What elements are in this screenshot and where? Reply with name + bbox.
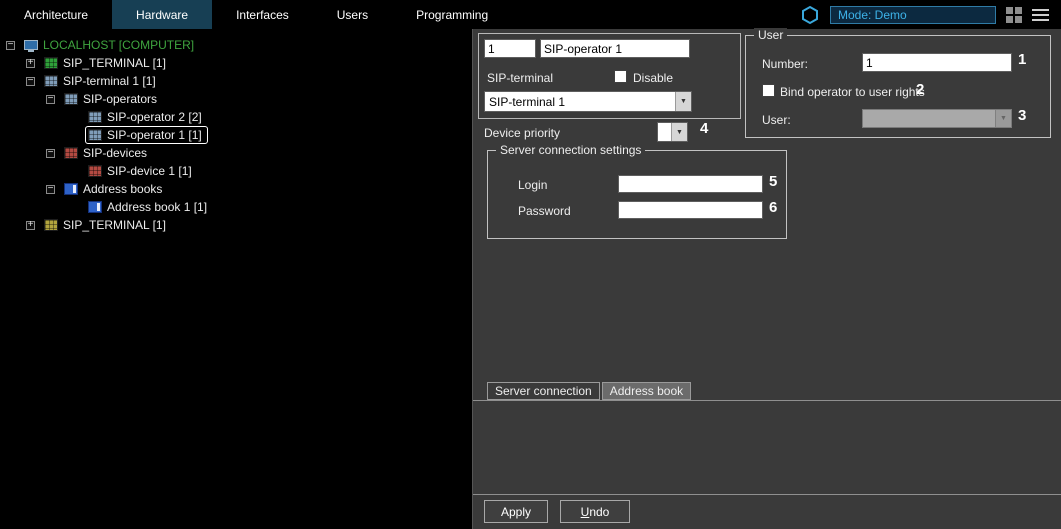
computer-icon [24,40,38,50]
app-logo-hexagon-icon [800,5,820,25]
collapse-expander-icon[interactable] [46,149,55,158]
terminal-blue-icon [88,129,102,141]
device-tree: LOCALHOST [COMPUTER] SIP_TERMINAL [1] SI… [0,29,473,529]
terminal-red-icon [64,147,78,159]
bind-operator-label: Bind operator to user rights [780,85,925,99]
terminal-yellow-icon [44,219,58,231]
expand-expander-icon[interactable] [26,221,35,230]
terminal-green-icon [44,57,58,69]
sip-terminal-select-value: SIP-terminal 1 [485,92,675,111]
user-select-value [863,110,995,127]
server-connection-groupbox-title: Server connection settings [496,143,645,157]
bind-operator-checkbox[interactable] [762,84,775,97]
tree-item-sip-terminal-1[interactable]: SIP-terminal 1 [1] [0,72,472,90]
tree-item-label: SIP-operators [83,92,157,106]
tree-item-sip-operator-2[interactable]: SIP-operator 2 [2] [0,108,472,126]
terminal-red-icon [88,165,102,177]
topbar-right-controls: Mode: Demo [800,0,1061,29]
user-select [862,109,1012,128]
tree-item-label: SIP-device 1 [1] [107,164,192,178]
properties-panel: SIP-terminal Disable SIP-terminal 1 Devi… [473,29,1061,529]
tree-item-label: SIP_TERMINAL [1] [63,218,166,232]
tree-item-label: SIP-devices [83,146,147,160]
tab-address-book[interactable]: Address book [602,382,691,400]
hamburger-menu-icon[interactable] [1032,9,1049,21]
terminal-blue-icon [44,75,58,87]
bottom-tab-bar: Server connection Address book [487,382,691,400]
sip-terminal-label: SIP-terminal [487,71,553,85]
collapse-expander-icon[interactable] [46,95,55,104]
apply-button[interactable]: Apply [484,500,548,523]
sip-terminal-select[interactable]: SIP-terminal 1 [484,91,692,112]
tree-item-sip-terminal-green[interactable]: SIP_TERMINAL [1] [0,54,472,72]
book-icon [64,183,78,195]
user-groupbox-title: User [754,28,787,42]
actions-divider [473,494,1061,495]
tree-item-label: SIP-operator 2 [2] [107,110,202,124]
tree-item-sip-terminal-yellow[interactable]: SIP_TERMINAL [1] [0,216,472,234]
callout-3: 3 [1018,107,1026,124]
user-label: User: [762,113,791,127]
tree-item-localhost[interactable]: LOCALHOST [COMPUTER] [0,36,472,54]
user-number-input[interactable] [862,53,1012,72]
password-label: Password [518,204,571,218]
server-connection-groupbox: Server connection settings Login 5 Passw… [487,150,787,239]
undo-button[interactable]: Undo [560,500,630,523]
terminal-blue-icon [64,93,78,105]
tree-item-label: SIP-operator 1 [1] [107,128,202,142]
app-window: Architecture Hardware Interfaces Users P… [0,0,1061,529]
undo-button-label: Undo [561,505,629,519]
tree-item-address-books[interactable]: Address books [0,180,472,198]
collapse-expander-icon[interactable] [6,41,15,50]
login-label: Login [518,178,547,192]
terminal-blue-icon [88,111,102,123]
expand-expander-icon[interactable] [26,59,35,68]
disable-checkbox[interactable] [614,70,627,83]
tab-hardware[interactable]: Hardware [112,0,212,29]
operator-id-input[interactable] [484,39,536,58]
chevron-down-icon [675,92,691,111]
callout-4: 4 [700,120,708,137]
password-input[interactable] [618,201,763,219]
device-priority-select-value [658,123,671,141]
callout-5: 5 [769,173,777,190]
number-label: Number: [762,57,808,71]
collapse-expander-icon[interactable] [46,185,55,194]
user-groupbox: User Number: 1 Bind operator to user rig… [745,35,1051,138]
top-menu-bar: Architecture Hardware Interfaces Users P… [0,0,1061,29]
layout-grid-icon[interactable] [1006,7,1022,23]
tab-interfaces[interactable]: Interfaces [212,0,313,29]
tree-item-label: Address books [83,182,162,196]
tree-item-sip-devices[interactable]: SIP-devices [0,144,472,162]
tab-programming[interactable]: Programming [392,0,512,29]
operator-name-input[interactable] [540,39,690,58]
tree-item-sip-device-1[interactable]: SIP-device 1 [1] [0,162,472,180]
tree-item-label: SIP-terminal 1 [1] [63,74,156,88]
collapse-expander-icon[interactable] [26,77,35,86]
tree-item-sip-operators[interactable]: SIP-operators [0,90,472,108]
tree-item-label: Address book 1 [1] [107,200,207,214]
apply-button-label: Apply [485,505,547,519]
chevron-down-icon [671,123,687,141]
disable-label: Disable [633,71,673,85]
tab-users[interactable]: Users [313,0,392,29]
login-input[interactable] [618,175,763,193]
tree-item-sip-operator-1[interactable]: SIP-operator 1 [1] [0,126,472,144]
device-priority-select[interactable] [657,122,688,142]
tree-item-label: LOCALHOST [COMPUTER] [43,38,194,52]
callout-6: 6 [769,199,777,216]
device-priority-label: Device priority [484,126,560,140]
tree-item-label: SIP_TERMINAL [1] [63,56,166,70]
chevron-down-icon [995,110,1011,127]
callout-1: 1 [1018,51,1026,68]
book-icon [88,201,102,213]
callout-2: 2 [916,81,924,98]
tree-item-address-book-1[interactable]: Address book 1 [1] [0,198,472,216]
tab-server-connection[interactable]: Server connection [487,382,600,400]
mode-indicator: Mode: Demo [830,6,996,24]
tab-architecture[interactable]: Architecture [0,0,112,29]
tabs-divider [473,400,1061,401]
